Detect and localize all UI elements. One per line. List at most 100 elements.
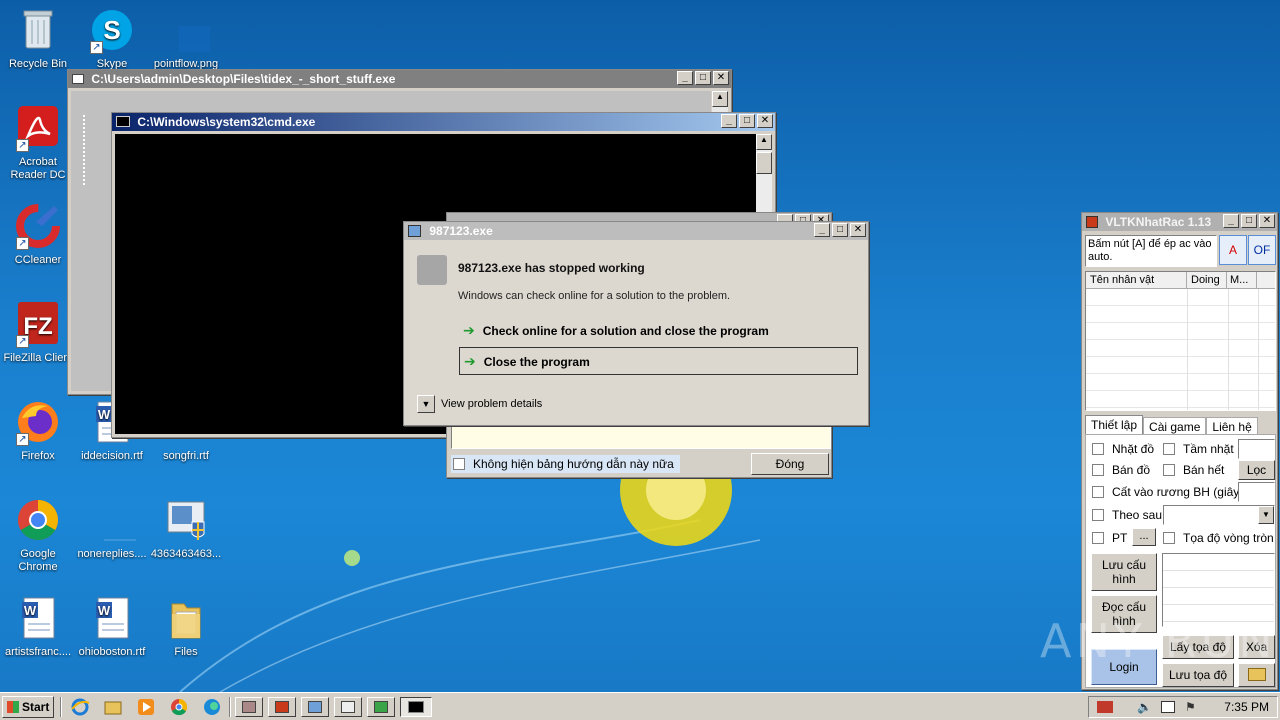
- luu-cau-hinh-button[interactable]: Lưu cấu hình: [1091, 553, 1157, 591]
- minimize-button[interactable]: _: [721, 114, 737, 128]
- column-header-m[interactable]: M...: [1227, 272, 1257, 288]
- tam-nhat-option[interactable]: Tầm nhặt: [1163, 442, 1234, 456]
- folder-icon[interactable]: Files: [148, 594, 224, 659]
- chrome-icon[interactable]: [169, 697, 191, 717]
- pt-option[interactable]: PT: [1092, 531, 1127, 545]
- icon-label: ohioboston.rtf: [78, 646, 146, 658]
- file-explorer-icon[interactable]: [103, 697, 125, 717]
- of-button[interactable]: OF: [1248, 235, 1276, 265]
- pt-browse-button[interactable]: ...: [1132, 528, 1156, 546]
- view-details-toggle[interactable]: ▼ View problem details: [417, 395, 542, 415]
- installer-exe-icon[interactable]: 4363463463...: [148, 496, 224, 561]
- character-list[interactable]: Tên nhân vật Doing M...: [1085, 271, 1276, 411]
- filezilla-icon[interactable]: FZ ↗ FileZilla Client: [0, 300, 76, 365]
- taskbar-helper-button[interactable]: [367, 697, 395, 717]
- column-header-doing[interactable]: Doing: [1187, 272, 1227, 288]
- minimize-button[interactable]: _: [814, 223, 830, 237]
- option-label: Tọa độ vòng tròn: [1183, 531, 1274, 545]
- taskbar-app-button[interactable]: [235, 697, 263, 717]
- minimize-button[interactable]: _: [677, 71, 693, 85]
- toa-do-vong-tron-option[interactable]: Tọa độ vòng tròn: [1163, 531, 1274, 545]
- windows-logo-icon: [7, 701, 19, 713]
- start-button[interactable]: Start: [2, 696, 54, 718]
- check-online-option[interactable]: ➔ Check online for a solution and close t…: [459, 318, 859, 342]
- chevron-down-icon[interactable]: ▼: [417, 395, 435, 413]
- app-icon: [72, 74, 84, 84]
- checkbox[interactable]: [1092, 464, 1104, 476]
- cat-vao-input[interactable]: [1238, 482, 1275, 502]
- acrobat-reader-icon[interactable]: ↗ Acrobat Reader DC: [0, 104, 76, 182]
- maximize-button[interactable]: □: [695, 71, 711, 85]
- rtf-file-icon[interactable]: W artistsfranc....: [0, 594, 76, 659]
- taskbar-error-button[interactable]: [301, 697, 329, 717]
- running-apps-divider: [229, 697, 231, 717]
- title-bar[interactable]: C:\Windows\system32\cmd.exe _ □ ✕: [112, 113, 775, 131]
- theo-sau-select[interactable]: ▼: [1163, 505, 1275, 525]
- close-program-option[interactable]: ➔ Close the program: [459, 347, 858, 375]
- ban-do-option[interactable]: Bán đồ: [1092, 463, 1150, 477]
- chevron-down-icon[interactable]: ▼: [1258, 506, 1274, 524]
- taskbar-vltk-button[interactable]: [268, 697, 296, 717]
- recycle-bin-icon[interactable]: Recycle Bin: [0, 6, 76, 71]
- tab-thiet-lap[interactable]: Thiết lập: [1085, 415, 1144, 435]
- checkbox[interactable]: [1092, 532, 1104, 544]
- nhat-do-option[interactable]: Nhặt đồ: [1092, 442, 1154, 456]
- tab-lien-he[interactable]: Liên hệ: [1206, 417, 1258, 435]
- checkbox[interactable]: [1092, 486, 1104, 498]
- error-dialog[interactable]: 987123.exe _ □ ✕ 987123.exe has stopped …: [403, 221, 869, 426]
- icon-label: Firefox: [21, 450, 55, 462]
- volume-icon[interactable]: 🔈: [1137, 700, 1152, 714]
- hide-guide-checkbox[interactable]: Không hiện bảng hướng dẫn này nữa: [451, 455, 680, 473]
- maximize-button[interactable]: □: [739, 114, 755, 128]
- loc-button[interactable]: Lọc: [1238, 460, 1275, 480]
- ccleaner-icon[interactable]: ↗ CCleaner: [0, 202, 76, 267]
- tam-nhat-input[interactable]: [1238, 439, 1275, 459]
- scroll-up-button[interactable]: ▲: [756, 134, 772, 150]
- house-icon: [374, 701, 388, 713]
- edge-icon[interactable]: [202, 697, 224, 717]
- cat-vao-option[interactable]: Cất vào rương BH (giây): [1092, 485, 1243, 499]
- file-icon[interactable]: nonereplies....: [74, 496, 150, 561]
- maximize-button[interactable]: □: [1241, 214, 1257, 228]
- column-header-name[interactable]: Tên nhân vật: [1086, 272, 1187, 288]
- title-bar[interactable]: 987123.exe _ □ ✕: [404, 222, 868, 240]
- watermark: ANY RUN: [1040, 614, 1277, 668]
- close-button[interactable]: ✕: [713, 71, 729, 85]
- taskbar-cmd-button[interactable]: [400, 697, 432, 717]
- scroll-thumb[interactable]: [756, 152, 772, 174]
- network-icon[interactable]: [1097, 701, 1113, 713]
- close-guide-button[interactable]: Đóng: [751, 453, 829, 475]
- pointflow-image-icon[interactable]: pointflow.png: [148, 6, 224, 71]
- internet-explorer-icon[interactable]: [70, 697, 92, 717]
- close-button[interactable]: ✕: [757, 114, 773, 128]
- maximize-button[interactable]: □: [832, 223, 848, 237]
- title-bar[interactable]: C:\Users\admin\Desktop\Files\tidex_-_sho…: [68, 70, 731, 88]
- checkbox[interactable]: [1163, 532, 1175, 544]
- clock[interactable]: 7:35 PM: [1224, 700, 1269, 714]
- checkbox[interactable]: [1092, 443, 1104, 455]
- ban-het-option[interactable]: Bán hết: [1163, 463, 1224, 477]
- firefox-icon[interactable]: ↗ Firefox: [0, 398, 76, 463]
- checkbox[interactable]: [1163, 443, 1175, 455]
- checkbox[interactable]: [1092, 509, 1104, 521]
- flag-icon[interactable]: ⚑: [1185, 700, 1196, 714]
- close-button[interactable]: ✕: [1259, 214, 1275, 228]
- taskbar-window-button[interactable]: [334, 697, 362, 717]
- a-button[interactable]: A: [1219, 235, 1247, 265]
- skype-icon[interactable]: S ↗ Skype: [74, 6, 150, 71]
- theo-sau-option[interactable]: Theo sau: [1092, 508, 1162, 522]
- option-label: Close the program: [483, 355, 590, 369]
- google-chrome-icon[interactable]: Google Chrome: [0, 496, 76, 574]
- title-bar[interactable]: VLTKNhatRac 1.13 _ □ ✕: [1082, 213, 1277, 231]
- close-button[interactable]: ✕: [850, 223, 866, 237]
- tab-cai-game[interactable]: Cài game: [1143, 417, 1207, 435]
- option-label: Bán hết: [1183, 463, 1225, 477]
- checkbox[interactable]: [1163, 464, 1175, 476]
- window-title: C:\Windows\system32\cmd.exe: [137, 115, 316, 129]
- media-player-icon[interactable]: [136, 697, 158, 717]
- minimize-button[interactable]: _: [1223, 214, 1239, 228]
- rtf-file-icon[interactable]: W ohioboston.rtf: [74, 594, 150, 659]
- checkbox[interactable]: [453, 458, 465, 470]
- scroll-up-button[interactable]: ▲: [712, 91, 728, 107]
- display-icon[interactable]: [1161, 701, 1175, 713]
